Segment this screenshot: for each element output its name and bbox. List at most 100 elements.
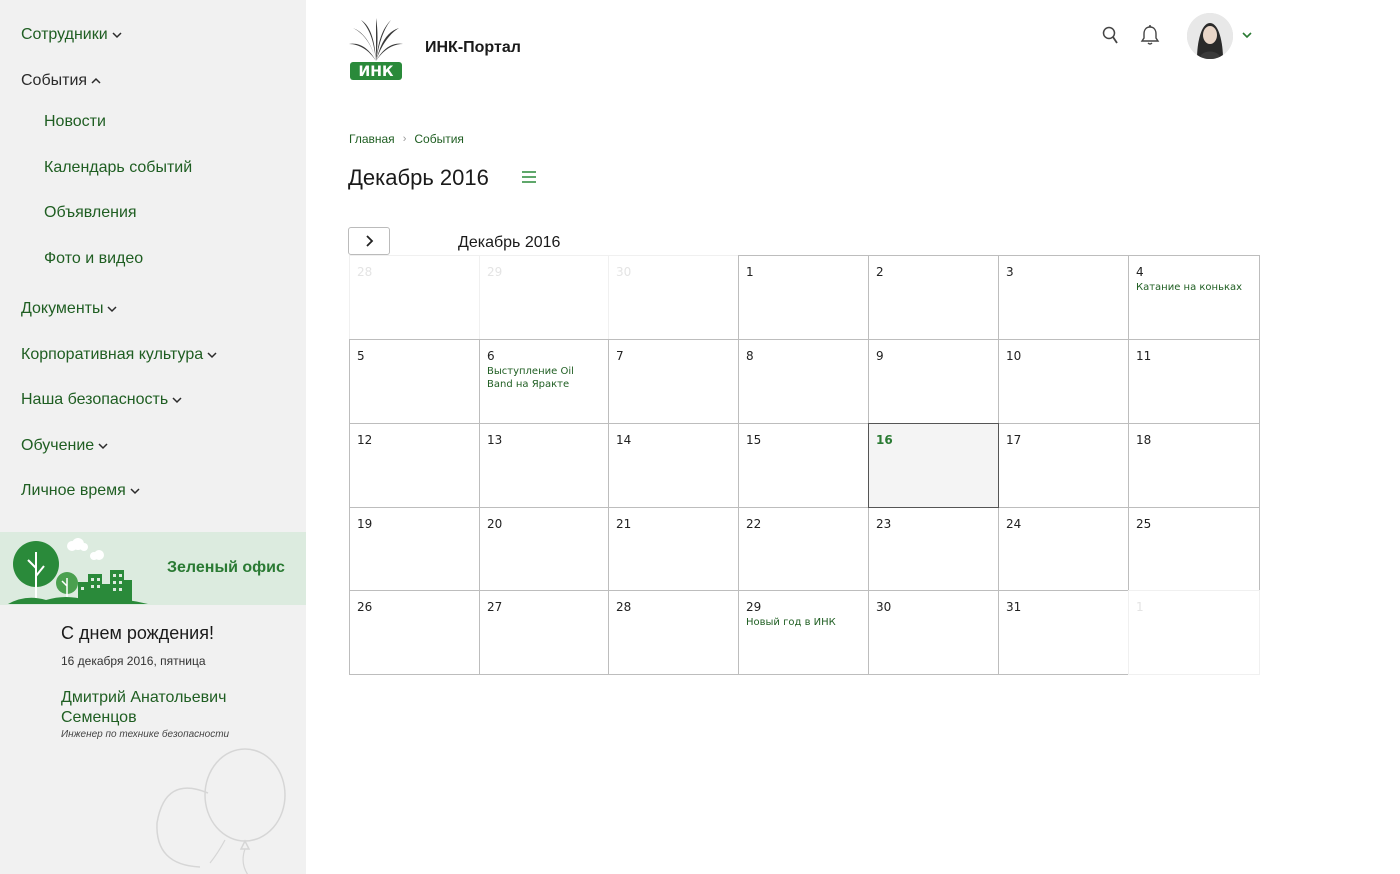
chevron-down-icon: [129, 486, 141, 496]
calendar-day-number: 1: [746, 265, 754, 279]
calendar-day-cell[interactable]: 28: [608, 590, 739, 675]
sidebar-item-label: Обучение: [21, 437, 95, 454]
calendar-day-number: 29: [487, 265, 503, 279]
calendar-day-number: 13: [487, 433, 503, 447]
calendar-month-label: Декабрь 2016: [458, 234, 561, 251]
bell-icon[interactable]: [1140, 24, 1160, 46]
calendar-day-number: 19: [357, 517, 373, 531]
sidebar-item-documents[interactable]: Документы: [21, 300, 118, 318]
calendar-day-cell[interactable]: 8: [738, 339, 869, 424]
calendar-day-cell[interactable]: 29 Новый год в ИНК: [738, 590, 869, 675]
calendar-day-cell[interactable]: 6 Выступление Oil Band на Яракте: [479, 339, 609, 424]
birthday-person-role: Инженер по технике безопасности: [61, 729, 230, 740]
green-office-label: Зеленый офис: [167, 559, 285, 576]
calendar-day-cell[interactable]: 10: [998, 339, 1129, 424]
calendar-day-number: 18: [1136, 433, 1152, 447]
calendar-day-cell[interactable]: 1: [1128, 590, 1260, 675]
calendar-day-number: 7: [616, 349, 624, 363]
calendar-day-cell[interactable]: 22: [738, 507, 869, 591]
calendar-day-number: 31: [1006, 600, 1022, 614]
calendar-day-cell[interactable]: 2: [868, 255, 999, 340]
sidebar-item-training[interactable]: Обучение: [21, 437, 109, 455]
birthday-title: С днем рождения!: [61, 623, 214, 643]
calendar-grid: 28 29 30 1 2 3 4 Катание на коньках 5 6 Выступлени…: [349, 255, 1260, 675]
sidebar-item-label: Личное время: [21, 482, 126, 499]
calendar-day-cell[interactable]: 4 Катание на коньках: [1128, 255, 1260, 340]
calendar-day-cell[interactable]: 15: [738, 423, 869, 508]
calendar-day-cell[interactable]: 30: [608, 255, 739, 340]
calendar-day-cell[interactable]: 20: [479, 507, 609, 591]
birthday-person-name[interactable]: Дмитрий Анатольевич Семенцов: [61, 688, 261, 728]
calendar-day-cell[interactable]: 31: [998, 590, 1129, 675]
calendar-day-cell[interactable]: 7: [608, 339, 739, 424]
chevron-right-icon: [366, 235, 374, 247]
calendar-day-number: 12: [357, 433, 373, 447]
sidebar-item-corporate-culture[interactable]: Корпоративная культура: [21, 346, 218, 364]
calendar-day-cell[interactable]: 14: [608, 423, 739, 508]
chevron-down-icon: [97, 441, 109, 451]
sidebar-item-events[interactable]: События: [21, 72, 102, 90]
sidebar-subitem-photo-video[interactable]: Фото и видео: [44, 250, 143, 268]
calendar-day-cell[interactable]: 23: [868, 507, 999, 591]
calendar-day-cell[interactable]: 9: [868, 339, 999, 424]
calendar-day-number: 9: [876, 349, 884, 363]
calendar-day-cell[interactable]: 18: [1128, 423, 1260, 508]
calendar-day-number: 8: [746, 349, 754, 363]
calendar-day-cell[interactable]: 13: [479, 423, 609, 508]
account-chevron-down-icon[interactable]: [1241, 30, 1253, 40]
calendar-event[interactable]: Катание на коньках: [1136, 281, 1253, 294]
calendar-day-number: 3: [1006, 265, 1014, 279]
user-avatar[interactable]: [1187, 13, 1233, 59]
calendar-day-cell[interactable]: 5: [349, 339, 480, 424]
sidebar-subitem-announcements[interactable]: Объявления: [44, 204, 137, 222]
calendar-day-cell[interactable]: 27: [479, 590, 609, 675]
green-city-illustration: [8, 538, 148, 604]
calendar-day-cell[interactable]: 12: [349, 423, 480, 508]
calendar-event[interactable]: Выступление Oil Band на Яракте: [487, 365, 602, 391]
calendar-day-cell[interactable]: 26: [349, 590, 480, 675]
calendar-day-cell[interactable]: 19: [349, 507, 480, 591]
sidebar-subitem-event-calendar[interactable]: Календарь событий: [44, 159, 192, 177]
sidebar-item-employees[interactable]: Сотрудники: [21, 26, 123, 44]
search-icon[interactable]: [1101, 25, 1119, 45]
logo-text: ИНК: [359, 64, 394, 80]
calendar-day-number: 6: [487, 349, 495, 363]
calendar-day-number: 5: [357, 349, 365, 363]
calendar-day-cell[interactable]: 28: [349, 255, 480, 340]
calendar-day-number: 14: [616, 433, 632, 447]
calendar-day-cell[interactable]: 29: [479, 255, 609, 340]
portal-title: ИНК-Портал: [425, 39, 521, 56]
birthday-date: 16 декабря 2016, пятница: [61, 654, 206, 668]
green-office-banner[interactable]: Зеленый офис: [0, 532, 306, 605]
list-view-icon[interactable]: [521, 170, 537, 184]
sidebar: Сотрудники События Новости Календарь соб…: [0, 0, 306, 874]
next-month-button[interactable]: [348, 227, 390, 255]
calendar-day-cell-today[interactable]: 16: [868, 423, 999, 508]
calendar-day-cell[interactable]: 25: [1128, 507, 1260, 591]
avatar-portrait: [1187, 13, 1233, 59]
calendar-day-cell[interactable]: 24: [998, 507, 1129, 591]
sidebar-item-personal-time[interactable]: Личное время: [21, 482, 141, 500]
sidebar-item-label: Сотрудники: [21, 26, 108, 43]
calendar-day-number: 20: [487, 517, 503, 531]
sidebar-item-label: События: [21, 72, 88, 89]
calendar-day-number: 28: [357, 265, 373, 279]
calendar-day-cell[interactable]: 30: [868, 590, 999, 675]
calendar-day-cell[interactable]: 21: [608, 507, 739, 591]
breadcrumb-home[interactable]: Главная: [349, 132, 395, 146]
sidebar-item-label: Документы: [21, 300, 104, 317]
calendar-day-cell[interactable]: 17: [998, 423, 1129, 508]
calendar-day-number: 4: [1136, 265, 1144, 279]
breadcrumb-events[interactable]: События: [414, 132, 464, 146]
chevron-down-icon: [111, 30, 123, 40]
ink-logo[interactable]: ИНК: [347, 16, 405, 84]
calendar-day-cell[interactable]: 11: [1128, 339, 1260, 424]
calendar-day-number: 22: [746, 517, 762, 531]
calendar-event[interactable]: Новый год в ИНК: [746, 616, 862, 629]
sidebar-item-safety[interactable]: Наша безопасность: [21, 391, 183, 409]
sidebar-subitem-news[interactable]: Новости: [44, 113, 106, 131]
calendar-day-number: 17: [1006, 433, 1022, 447]
calendar-day-cell[interactable]: 1: [738, 255, 869, 340]
calendar-day-cell[interactable]: 3: [998, 255, 1129, 340]
calendar-day-number: 24: [1006, 517, 1022, 531]
